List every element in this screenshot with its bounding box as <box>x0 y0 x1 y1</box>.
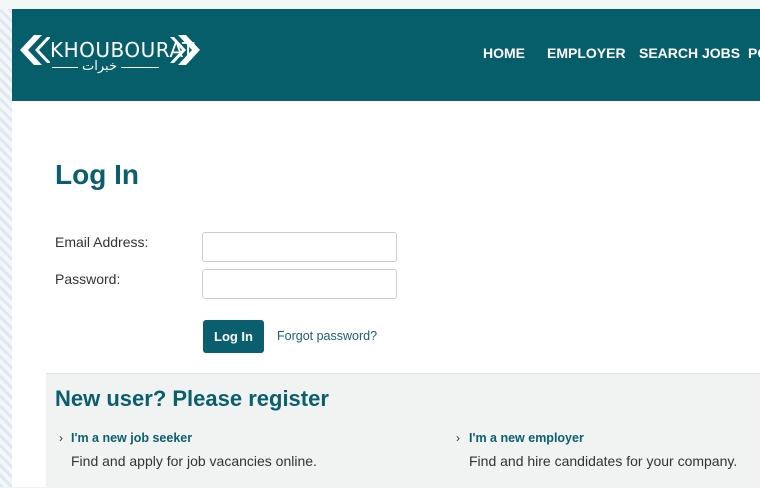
register-panel: New user? Please register › I'm a new jo… <box>46 373 760 488</box>
site-logo[interactable]: KHOUBOURAT خبرات <box>20 31 200 77</box>
chevron-right-icon: › <box>456 431 460 445</box>
forgot-password-link[interactable]: Forgot password? <box>277 329 377 343</box>
password-label: Password: <box>55 271 121 287</box>
nav-search-jobs[interactable]: SEARCH JOBS <box>639 45 740 61</box>
email-field[interactable] <box>202 232 397 262</box>
nav-home[interactable]: HOME <box>483 45 525 61</box>
job-seeker-link[interactable]: I'm a new job seeker <box>71 431 192 445</box>
site-header: KHOUBOURAT خبرات HOME EMPLOYER SEARCH JO… <box>12 9 760 101</box>
nav-more[interactable]: PO <box>748 45 760 61</box>
chevron-right-icon: › <box>59 431 63 445</box>
email-label: Email Address: <box>55 234 149 250</box>
nav-employer[interactable]: EMPLOYER <box>547 45 626 61</box>
employer-description: Find and hire candidates for your compan… <box>469 453 738 469</box>
register-title: New user? Please register <box>55 386 329 411</box>
background-pattern <box>0 0 12 487</box>
login-button[interactable]: Log In <box>203 320 264 353</box>
main-content: Log In Email Address: Password: Log In F… <box>12 101 760 488</box>
password-field[interactable] <box>202 269 397 299</box>
logo-divider-right <box>121 67 159 68</box>
logo-divider-left <box>52 67 78 68</box>
double-chevron-right-icon <box>170 35 200 65</box>
job-seeker-description: Find and apply for job vacancies online. <box>71 453 317 469</box>
top-edge <box>0 0 760 9</box>
double-chevron-left-icon <box>20 35 50 65</box>
page-title: Log In <box>55 159 139 190</box>
employer-link[interactable]: I'm a new employer <box>469 431 584 445</box>
logo-arabic-text: خبرات <box>82 59 117 74</box>
